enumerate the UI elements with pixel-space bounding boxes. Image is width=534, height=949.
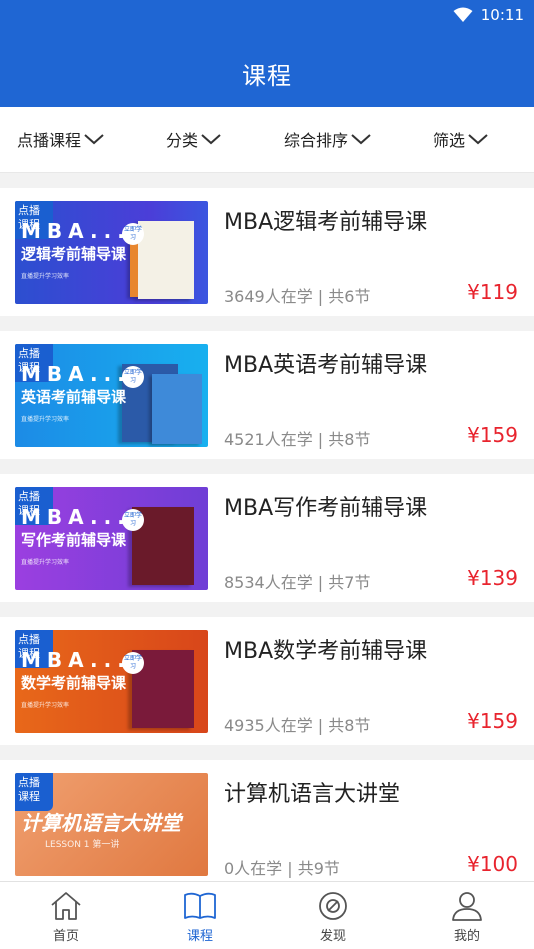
course-card[interactable]: 点播 课程 MBA... 立即学习 数学考前辅导课 直播提升学习效率 MBA数学考…	[0, 617, 534, 745]
course-thumbnail: 点播 课程 计算机语言大讲堂 LESSON 1 第一讲	[15, 773, 208, 876]
course-thumbnail: 点播 课程 MBA... 立即学习 英语考前辅导课 直播提升学习效率	[15, 344, 208, 447]
book-cover-image	[152, 374, 202, 444]
page-title: 课程	[242, 62, 292, 90]
thumbnail-stamp: 立即学习	[122, 223, 144, 245]
thumbnail-subtitle: 写作考前辅导课	[21, 531, 127, 549]
thumbnail-subtitle: 计算机语言大讲堂	[21, 811, 181, 835]
course-name: MBA英语考前辅导课	[224, 353, 428, 378]
tab-label: 首页	[52, 929, 79, 944]
thumbnail-tag: 点播 课程	[15, 773, 53, 811]
book-cover-image	[138, 221, 194, 299]
book-icon	[184, 892, 216, 919]
course-card[interactable]: 点播 课程 MBA... 立即学习 逻辑考前辅导课 直播提升学习效率 MBA逻辑考…	[0, 188, 534, 316]
thumbnail-mba: MBA...	[21, 505, 131, 529]
app-screen: 10:11 课程 点播课程 分类 综合排序 筛选 点播 课程 MBA... 立即…	[0, 0, 534, 949]
course-card[interactable]: 点播 课程 计算机语言大讲堂 LESSON 1 第一讲 计算机语言大讲堂 0人在学…	[0, 760, 534, 888]
course-price: ¥159	[467, 709, 518, 733]
thumbnail-stamp: 立即学习	[122, 509, 144, 531]
filter-bar: 点播课程 分类 综合排序 筛选	[0, 107, 534, 173]
wifi-icon	[453, 7, 473, 22]
filter-sort[interactable]: 综合排序	[284, 127, 371, 151]
filter-label: 综合排序	[284, 131, 349, 150]
course-name: MBA逻辑考前辅导课	[224, 210, 428, 235]
thumbnail-slogan: 直播提升学习效率	[21, 702, 70, 709]
course-meta: 4935人在学 | 共8节	[224, 716, 371, 735]
filter-screen[interactable]: 筛选	[433, 127, 488, 151]
tab-label: 发现	[319, 929, 346, 944]
course-thumbnail: 点播 课程 MBA... 立即学习 写作考前辅导课 直播提升学习效率	[15, 487, 208, 590]
thumbnail-slogan: 直播提升学习效率	[21, 273, 70, 280]
course-meta: 4521人在学 | 共8节	[224, 430, 371, 449]
course-meta: 8534人在学 | 共7节	[224, 573, 371, 592]
course-price: ¥100	[467, 852, 518, 876]
course-price: ¥159	[467, 423, 518, 447]
course-thumbnail: 点播 课程 MBA... 立即学习 数学考前辅导课 直播提升学习效率	[15, 630, 208, 733]
tab-label: 我的	[453, 929, 480, 944]
chevron-down-icon	[351, 134, 371, 145]
tab-profile[interactable]: 我的	[427, 890, 507, 944]
thumbnail-subtitle: 数学考前辅导课	[21, 674, 127, 692]
thumbnail-stamp: 立即学习	[122, 652, 144, 674]
home-icon	[51, 892, 81, 920]
thumbnail-subtitle: 逻辑考前辅导课	[21, 245, 127, 263]
course-price: ¥119	[467, 280, 518, 304]
filter-label: 筛选	[433, 131, 466, 150]
chevron-down-icon	[201, 134, 221, 145]
status-bar: 10:11	[453, 4, 524, 26]
thumbnail-slogan: 直播提升学习效率	[21, 416, 70, 423]
filter-label: 点播课程	[17, 131, 82, 150]
course-thumbnail: 点播 课程 MBA... 立即学习 逻辑考前辅导课 直播提升学习效率	[15, 201, 208, 304]
app-header: 10:11 课程	[0, 0, 534, 107]
filter-category[interactable]: 分类	[166, 127, 221, 151]
course-card[interactable]: 点播 课程 MBA... 立即学习 写作考前辅导课 直播提升学习效率 MBA写作考…	[0, 474, 534, 602]
thumbnail-subtitle: 英语考前辅导课	[21, 388, 127, 406]
chevron-down-icon	[468, 134, 488, 145]
tab-label: 课程	[186, 929, 213, 944]
thumbnail-mba: MBA...	[21, 362, 131, 386]
course-name: MBA写作考前辅导课	[224, 496, 428, 521]
bottom-tab-bar: 首页 课程 发现 我的	[0, 881, 534, 949]
status-time: 10:11	[480, 6, 524, 24]
thumbnail-mba: MBA...	[21, 219, 131, 243]
user-icon	[452, 892, 482, 921]
course-meta: 3649人在学 | 共6节	[224, 287, 371, 306]
thumbnail-slogan: 直播提升学习效率	[21, 559, 70, 566]
thumbnail-slogan: LESSON 1 第一讲	[45, 840, 120, 850]
course-meta: 0人在学 | 共9节	[224, 859, 340, 878]
course-card[interactable]: 点播 课程 MBA... 立即学习 英语考前辅导课 直播提升学习效率 MBA英语考…	[0, 331, 534, 459]
filter-course-type[interactable]: 点播课程	[17, 127, 104, 151]
chevron-down-icon	[84, 134, 104, 145]
thumbnail-mba: MBA...	[21, 648, 131, 672]
thumbnail-stamp: 立即学习	[122, 366, 144, 388]
course-name: MBA数学考前辅导课	[224, 639, 428, 664]
tab-home[interactable]: 首页	[26, 890, 106, 944]
tab-courses[interactable]: 课程	[160, 890, 240, 944]
tab-discover[interactable]: 发现	[293, 890, 373, 944]
compass-icon	[319, 892, 347, 920]
filter-label: 分类	[166, 131, 199, 150]
course-name: 计算机语言大讲堂	[224, 782, 401, 807]
course-price: ¥139	[467, 566, 518, 590]
